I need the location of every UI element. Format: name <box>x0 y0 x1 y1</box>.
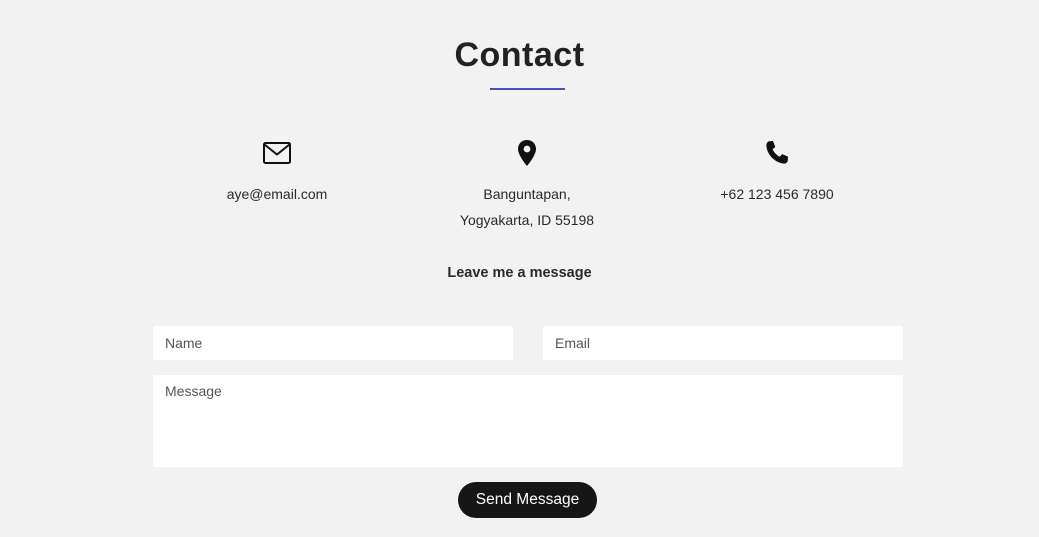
contact-email-text: aye@email.com <box>226 186 328 202</box>
name-input[interactable] <box>153 326 513 360</box>
map-pin-icon <box>507 138 547 170</box>
page-title: Contact <box>454 36 585 74</box>
envelope-icon <box>257 138 297 170</box>
contact-email-item: aye@email.com <box>157 138 397 207</box>
contact-address-line1: Banguntapan, <box>483 186 571 202</box>
phone-icon <box>757 138 797 170</box>
email-input[interactable] <box>543 326 903 360</box>
contact-address-item: Banguntapan, Yogyakarta, ID 55198 <box>407 138 647 233</box>
form-heading: Leave me a message <box>447 265 592 281</box>
contact-phone-text: +62 123 456 7890 <box>720 186 834 202</box>
contact-address-line2: Yogyakarta, ID 55198 <box>459 212 595 228</box>
send-message-button[interactable]: Send Message <box>458 482 597 518</box>
message-textarea[interactable] <box>153 375 903 467</box>
contact-phone-item: +62 123 456 7890 <box>657 138 897 207</box>
contact-section: Contact aye@email.com Banguntapan, Yogya… <box>0 0 1039 537</box>
title-underline <box>490 88 565 90</box>
